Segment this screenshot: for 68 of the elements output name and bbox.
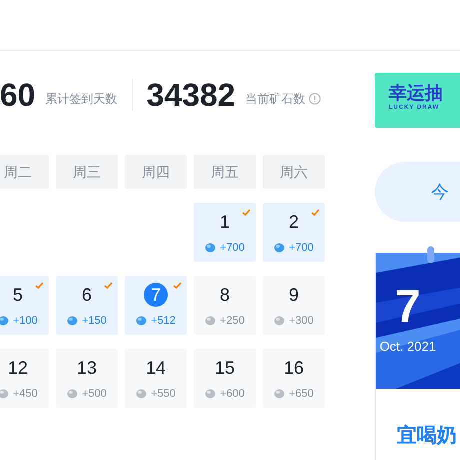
calendar-day[interactable]: 6 +150 [56, 276, 118, 335]
reward-amount: +500 [82, 387, 107, 402]
day-number: 8 [220, 284, 230, 307]
check-icon [311, 209, 320, 216]
stat-value: 60 [0, 79, 36, 111]
calendar-day[interactable]: 9 +300 [263, 276, 325, 335]
ore-icon [67, 316, 78, 326]
reward-amount: +100 [13, 314, 38, 329]
day-number: 5 [12, 284, 23, 307]
ore-icon [0, 389, 10, 400]
reward-amount: +700 [220, 241, 245, 256]
calendar-day[interactable]: 1 +700 [194, 203, 256, 262]
stat-value: 34382 [146, 79, 236, 111]
reward-amount: +250 [220, 314, 245, 329]
weekday-header: 周六 [263, 155, 325, 189]
check-icon [104, 282, 113, 289]
day-number: 7 [144, 283, 168, 307]
day-number: 2 [288, 211, 299, 234]
calendar-day[interactable]: 12 +450 [0, 349, 49, 408]
ore-icon [205, 316, 216, 326]
ore-icon [136, 389, 148, 400]
day-number: 6 [82, 284, 92, 307]
ore-icon [0, 316, 10, 326]
weekday-header: 周五 [194, 155, 256, 189]
info-icon[interactable] [308, 93, 321, 105]
card-advice: 宜喝奶 [396, 424, 458, 449]
day-number: 13 [76, 357, 98, 380]
calendar-day[interactable]: 15 +600 [194, 349, 256, 408]
day-number: 14 [146, 357, 166, 380]
day-number: 16 [284, 357, 304, 380]
ore-icon [205, 243, 216, 254]
reward-amount: +650 [289, 387, 314, 402]
calendar-day[interactable]: 2 +700 [263, 203, 325, 262]
ore-icon [274, 316, 286, 326]
ring-icon [427, 246, 435, 264]
banner-title: 幸运抽 [389, 82, 444, 104]
reward-amount: +150 [82, 314, 107, 329]
ore-icon [274, 243, 286, 254]
stat-label: 当前矿石数 [246, 91, 306, 108]
check-icon [242, 209, 251, 216]
card-day: 7 [395, 283, 421, 329]
day-number: 1 [220, 211, 230, 234]
day-number: 9 [288, 284, 299, 307]
calendar-day[interactable]: 5 +100 [0, 276, 49, 335]
ore-icon [274, 389, 286, 400]
day-number: 15 [214, 357, 236, 380]
calendar-day[interactable]: 14 +550 [125, 349, 187, 408]
weekday-header: 周二 [0, 155, 49, 189]
ore-icon [67, 389, 78, 400]
ore-icon [205, 389, 216, 400]
reward-amount: +600 [220, 387, 245, 402]
calendar-day[interactable]: 8 +250 [194, 276, 256, 335]
calendar-day[interactable]: 16 +650 [263, 349, 325, 408]
day-number: 12 [8, 357, 28, 380]
calendar-day[interactable]: 7 +512 [125, 276, 187, 335]
reward-amount: +550 [151, 387, 176, 402]
reward-amount: +700 [289, 241, 314, 256]
calendar-day[interactable]: 13 +500 [56, 349, 118, 408]
weekday-header: 周三 [56, 155, 118, 189]
weekday-header: 周四 [125, 155, 187, 189]
ore-icon [136, 316, 148, 326]
reward-amount: +450 [13, 387, 38, 402]
check-icon [35, 282, 44, 289]
card-date: Oct. 2021 [380, 338, 436, 356]
stat-label: 累计签到天数 [46, 91, 118, 108]
reward-amount: +512 [151, 314, 176, 329]
reward-amount: +300 [289, 314, 314, 329]
check-icon [173, 282, 182, 289]
